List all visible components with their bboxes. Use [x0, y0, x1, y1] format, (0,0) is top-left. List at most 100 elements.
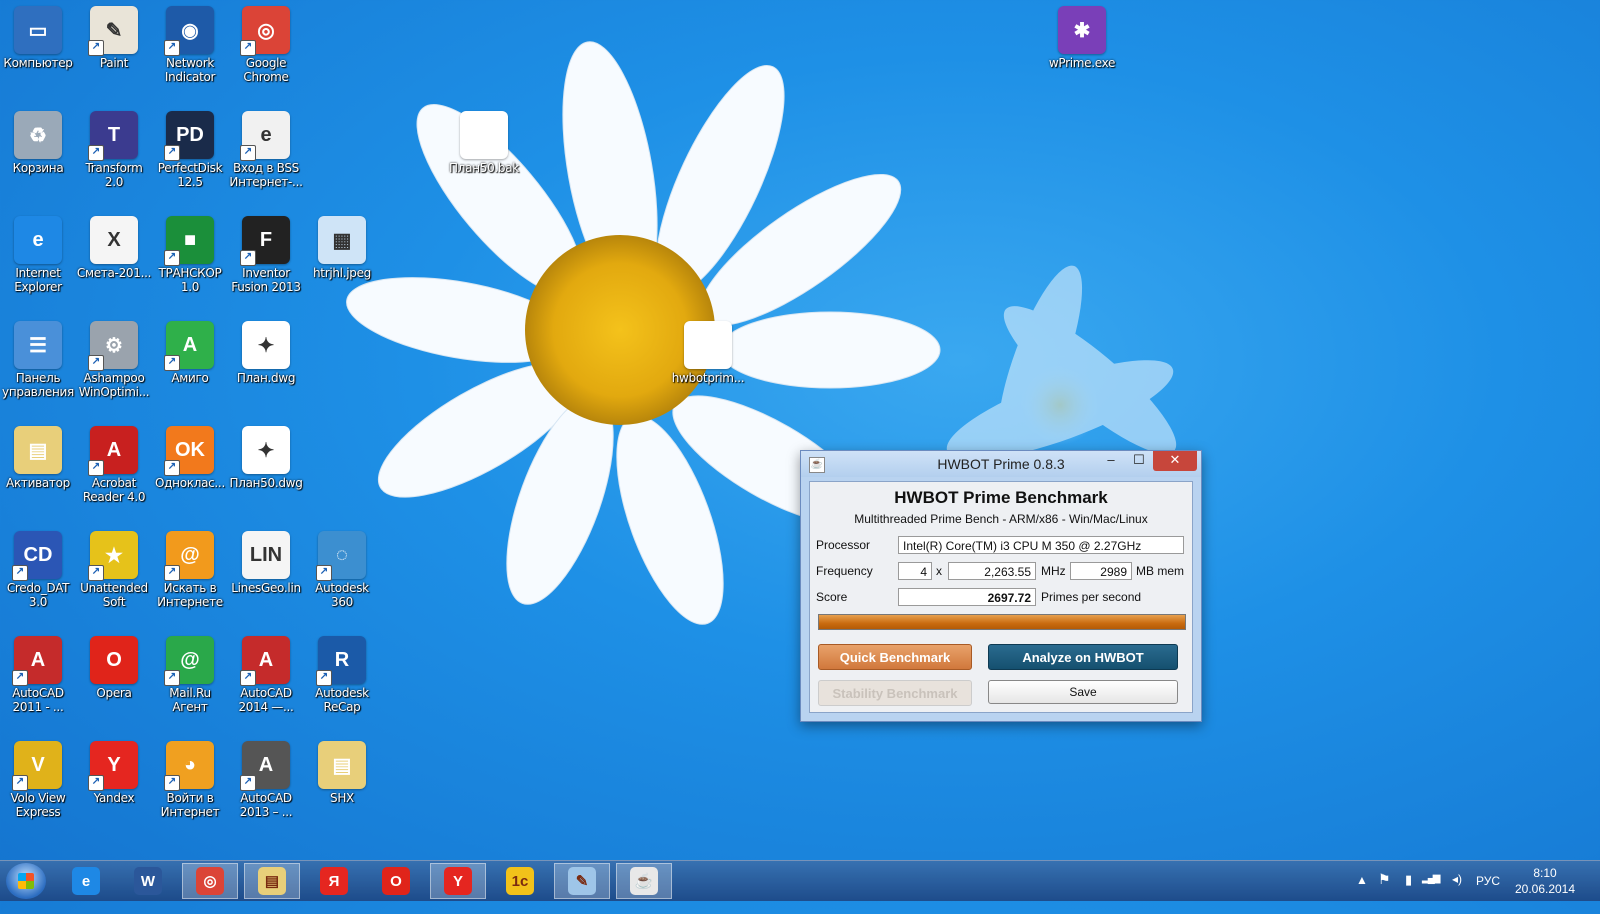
shortcut-arrow-icon: ↗ [240, 250, 256, 266]
desktop-icon[interactable]: A ↗ AutoCAD 2011 - ... [0, 630, 76, 714]
desktop-icon[interactable]: ▦ htrjhl.jpeg [304, 210, 380, 280]
desktop-icon[interactable]: ♻ Корзина [0, 105, 76, 175]
desktop-icon[interactable]: ✎ ↗ Paint [76, 0, 152, 70]
taskbar-yandex[interactable]: Y [430, 863, 486, 899]
desktop-icon[interactable]: X Смета-201... [76, 210, 152, 280]
autocad-icon: A ↗ [12, 636, 62, 686]
desktop-icon[interactable]: @ ↗ Mail.Ru Агент [152, 630, 228, 714]
taskbar-1c[interactable]: 1с [492, 863, 548, 899]
taskbar-yandex-browser[interactable]: Я [306, 863, 362, 899]
desktop-icon[interactable]: Y ↗ Yandex [76, 735, 152, 805]
desktop-icon[interactable]: ★ ↗ Unattended Soft [76, 525, 152, 609]
shortcut-arrow-icon: ↗ [164, 145, 180, 161]
score-field[interactable]: 2697.72 [898, 588, 1036, 606]
desktop-icon-label: Transform 2.0 [85, 161, 143, 189]
desktop-icon[interactable]: R ↗ Autodesk ReCap [304, 630, 380, 714]
desktop-icon[interactable]: ▤ Активатор [0, 420, 76, 490]
desktop-icon[interactable]: ▤ SHX [304, 735, 380, 805]
taskbar-word[interactable]: W [120, 863, 176, 899]
clock[interactable]: 8:10 20.06.2014 [1500, 865, 1590, 897]
cores-field[interactable]: 4 [898, 562, 932, 580]
taskbar-internet-explorer[interactable]: e [58, 863, 114, 899]
desktop-icon[interactable]: ☰ Панель управления [0, 315, 76, 399]
hwbot-prime-window[interactable]: ☕ HWBOT Prime 0.8.3 – ☐ ✕ HWBOT Prime Be… [800, 450, 1202, 722]
desktop-icon[interactable]: ◎ ↗ Google Chrome [228, 0, 304, 84]
desktop-icon-label: Google Chrome [243, 56, 289, 84]
desktop-icon-label: Корзина [12, 161, 64, 175]
battery-icon[interactable]: ▮ [1405, 872, 1412, 912]
word-icon: W [134, 867, 162, 895]
desktop-icon[interactable]: CD ↗ Credo_DAT 3.0 [0, 525, 76, 609]
desktop-icon[interactable]: O Opera [76, 630, 152, 700]
recycle-bin-icon: ♻ [14, 111, 62, 159]
save-button[interactable]: Save [988, 680, 1178, 704]
computer-icon: ▭ [14, 6, 62, 54]
shortcut-arrow-icon: ↗ [164, 460, 180, 476]
clock-time: 8:10 [1533, 866, 1557, 880]
desktop-icon[interactable]: e Internet Explorer [0, 210, 76, 294]
desktop-icon[interactable]: LIN LinesGeo.lin [228, 525, 304, 595]
maximize-button[interactable]: ☐ [1125, 451, 1153, 471]
desktop-icon-label: Autodesk ReCap [315, 686, 369, 714]
folder-icon: ▤ [318, 741, 366, 789]
voloview-icon: V ↗ [12, 741, 62, 791]
desktop-icon-label: Одноклас... [155, 476, 225, 490]
taskbar-paint[interactable]: ✎ [554, 863, 610, 899]
benchmark-progress-bar [818, 614, 1186, 630]
desktop-icon-label: Компьютер [3, 56, 73, 70]
desktop-icon-label: Autodesk 360 [315, 581, 369, 609]
desktop-icon[interactable]: PD ↗ PerfectDisk 12.5 [152, 105, 228, 189]
close-button[interactable]: ✕ [1153, 451, 1197, 471]
desktop-icon[interactable]: e ↗ Вход в BSS Интернет-... [228, 105, 304, 189]
lin-file-icon: LIN [242, 531, 290, 579]
minimize-button[interactable]: – [1097, 451, 1125, 471]
transform-icon: T ↗ [88, 111, 138, 161]
start-button[interactable] [6, 863, 46, 899]
desktop-icon[interactable]: A ↗ Амиго [152, 315, 228, 385]
language-indicator[interactable]: РУС [1476, 874, 1500, 914]
excel-file-icon: X [90, 216, 138, 264]
volume-icon[interactable]: ◂) [1452, 872, 1462, 912]
action-center-flag-icon[interactable]: ⚑ [1378, 871, 1391, 911]
desktop-icon[interactable]: A ↗ Acrobat Reader 4.0 [76, 420, 152, 504]
yandex-icon: Y ↗ [88, 741, 138, 791]
desktop-icon[interactable]: ✱ wPrime.exe [1044, 0, 1120, 70]
desktop-icon[interactable]: План50.bak [446, 105, 522, 175]
taskbar-java[interactable]: ☕ [616, 863, 672, 899]
taskbar-chrome[interactable]: ◎ [182, 863, 238, 899]
desktop-icon[interactable]: A ↗ AutoCAD 2014 —... [228, 630, 304, 714]
desktop-icon[interactable]: ◉ ↗ Network Indicator [152, 0, 228, 84]
desktop-icon[interactable]: @ ↗ Искать в Интернете [152, 525, 228, 609]
desktop-icon[interactable]: T ↗ Transform 2.0 [76, 105, 152, 189]
network-signal-icon[interactable]: ▂▄▆ [1422, 873, 1441, 913]
desktop-icon-label: hwbotprim... [671, 371, 745, 385]
desktop-icon[interactable]: hwbotprim... [670, 315, 746, 385]
desktop-icon[interactable]: OK ↗ Одноклас... [152, 420, 228, 490]
desktop-icon[interactable]: ▭ Компьютер [0, 0, 76, 70]
desktop-icon-label: AutoCAD 2013 – ... [239, 791, 293, 819]
taskbar-opera[interactable]: O [368, 863, 424, 899]
quick-benchmark-button[interactable]: Quick Benchmark [818, 644, 972, 670]
desktop-icon[interactable]: F ↗ Inventor Fusion 2013 [228, 210, 304, 294]
stability-benchmark-button[interactable]: Stability Benchmark [818, 680, 972, 706]
desktop-icon-label: План.dwg [236, 371, 296, 385]
desktop-icon[interactable]: ✦ План.dwg [228, 315, 304, 385]
desktop-icon[interactable]: ✦ План50.dwg [228, 420, 304, 490]
desktop-icon[interactable]: V ↗ Volo View Express [0, 735, 76, 819]
memory-field[interactable]: 2989 [1070, 562, 1132, 580]
shortcut-arrow-icon: ↗ [164, 775, 180, 791]
show-hidden-icons-icon[interactable]: ▲ [1356, 873, 1368, 913]
desktop-icon[interactable]: ◌ ↗ Autodesk 360 [304, 525, 380, 609]
frequency-field[interactable]: 2,263.55 [948, 562, 1036, 580]
desktop-icon[interactable]: ⚙ ↗ Ashampoo WinOptimi... [76, 315, 152, 399]
desktop-icon[interactable]: ◕ ↗ Войти в Интернет [152, 735, 228, 819]
desktop-icon[interactable]: ■ ↗ ТРАНСКОР 1.0 [152, 210, 228, 294]
desktop-icon[interactable]: A ↗ AutoCAD 2013 – ... [228, 735, 304, 819]
window-titlebar[interactable]: ☕ HWBOT Prime 0.8.3 – ☐ ✕ [801, 451, 1201, 477]
analyze-on-hwbot-button[interactable]: Analyze on HWBOT [988, 644, 1178, 670]
processor-field[interactable]: Intel(R) Core(TM) i3 CPU M 350 @ 2.27GHz [898, 536, 1184, 554]
desktop-icon-label: Network Indicator [164, 56, 216, 84]
autocad-icon: A ↗ [240, 636, 290, 686]
one-c-icon: 1с [506, 867, 534, 895]
taskbar-explorer[interactable]: ▤ [244, 863, 300, 899]
